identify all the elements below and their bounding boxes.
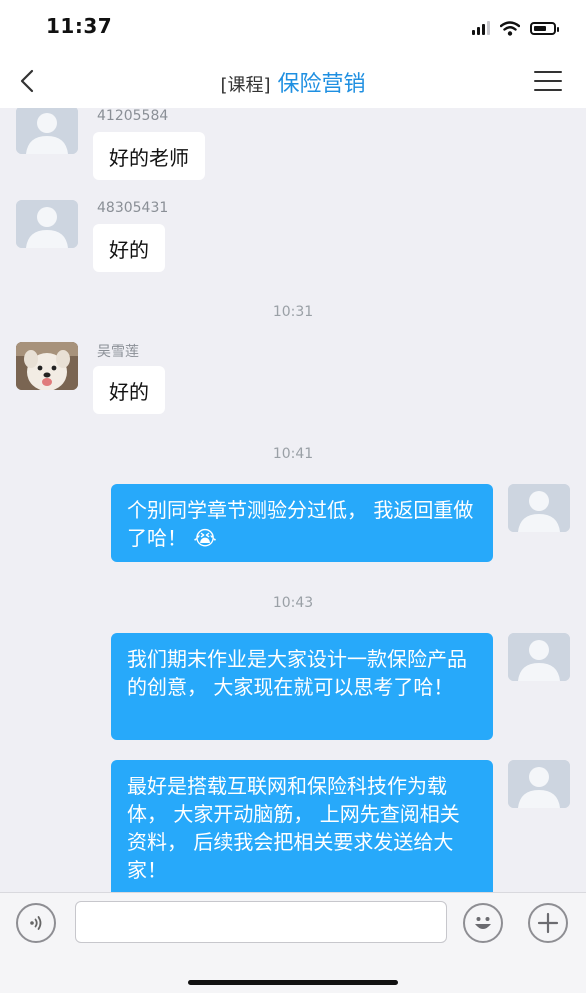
plus-icon	[537, 912, 559, 934]
wifi-icon	[500, 20, 520, 36]
avatar[interactable]	[16, 342, 78, 390]
input-bar	[0, 892, 586, 953]
home-area	[0, 952, 586, 993]
plus-button[interactable]	[528, 903, 568, 943]
emoji-button[interactable]	[463, 903, 503, 943]
course-tag: [课程]	[220, 75, 271, 96]
default-avatar-icon	[508, 484, 570, 532]
battery-icon	[530, 21, 559, 35]
avatar[interactable]	[508, 760, 570, 808]
nav-bar: [课程] 保险营销	[0, 56, 586, 108]
incoming-message[interactable]: 好的老师	[93, 132, 205, 180]
course-name: 保险营销	[277, 72, 366, 97]
sender-name: 吴雪莲	[97, 344, 139, 360]
timestamp: 10:43	[272, 595, 314, 611]
signal-icon	[472, 21, 490, 35]
incoming-message[interactable]: 好的	[93, 224, 165, 272]
chat-area[interactable]: 41205584 好的老师 48305431 好的 10:31 吴雪莲 好的 1…	[0, 108, 586, 892]
page-title: [课程] 保险营销	[0, 66, 586, 98]
default-avatar-icon	[16, 200, 78, 248]
outgoing-message[interactable]: 我们期末作业是大家设计一款保险产品的创意， 大家现在就可以思考了哈！	[111, 633, 493, 740]
status-bar: 11:37	[0, 0, 586, 56]
dog-avatar-icon	[16, 342, 78, 390]
outgoing-message[interactable]: 最好是搭载互联网和保险科技作为载体， 大家开动脑筋， 上网先查阅相关资料， 后续…	[111, 760, 493, 892]
home-indicator[interactable]	[188, 980, 398, 985]
voice-icon	[30, 916, 42, 930]
menu-button[interactable]	[534, 71, 564, 93]
avatar[interactable]	[508, 484, 570, 532]
default-avatar-icon	[16, 108, 78, 154]
default-avatar-icon	[508, 760, 570, 808]
timestamp: 10:41	[272, 446, 314, 462]
avatar[interactable]	[16, 200, 78, 248]
avatar[interactable]	[16, 108, 78, 154]
status-icons	[472, 18, 559, 38]
message-input[interactable]	[75, 901, 447, 943]
status-time: 11:37	[46, 14, 113, 38]
timestamp: 10:31	[272, 304, 314, 320]
outgoing-message[interactable]: 个别同学章节测验分过低， 我返回重做了哈！ 😭	[111, 484, 493, 562]
avatar[interactable]	[508, 633, 570, 681]
default-avatar-icon	[508, 633, 570, 681]
sender-name: 48305431	[97, 200, 169, 216]
voice-button[interactable]	[16, 903, 56, 943]
emoji-icon	[475, 917, 491, 929]
incoming-message[interactable]: 好的	[93, 366, 165, 414]
sender-name: 41205584	[97, 108, 169, 124]
